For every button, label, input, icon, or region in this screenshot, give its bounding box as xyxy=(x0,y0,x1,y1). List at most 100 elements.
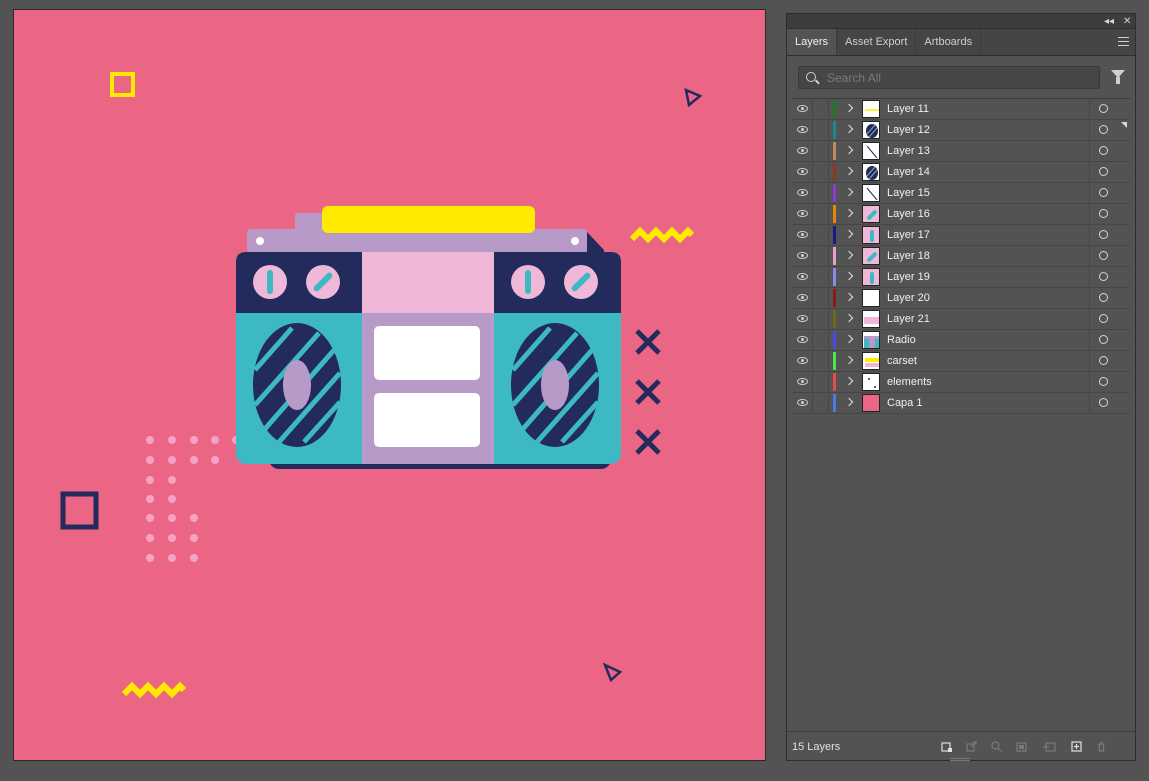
canvas-area[interactable] xyxy=(0,0,776,781)
filter-icon[interactable] xyxy=(1111,70,1125,84)
visibility-eye-icon[interactable] xyxy=(797,210,808,217)
visibility-eye-icon[interactable] xyxy=(797,336,808,343)
chevron-right-icon[interactable] xyxy=(844,250,854,260)
visibility-eye-icon[interactable] xyxy=(797,231,808,238)
tab-artboards[interactable]: Artboards xyxy=(916,29,982,55)
target-circle-icon[interactable] xyxy=(1099,230,1108,239)
chevron-right-icon[interactable] xyxy=(844,376,854,386)
layer-name[interactable]: Layer 17 xyxy=(887,229,930,241)
navy-triangle-top[interactable] xyxy=(684,87,703,108)
layer-row[interactable]: Layer 11 xyxy=(792,99,1130,120)
layer-row[interactable]: Layer 20 xyxy=(792,288,1130,309)
collect-for-export-icon[interactable] xyxy=(941,741,952,752)
layer-row[interactable]: Capa 1 xyxy=(792,393,1130,414)
chevron-right-icon[interactable] xyxy=(844,292,854,302)
dot-pattern[interactable] xyxy=(146,436,240,562)
target-circle-icon[interactable] xyxy=(1099,293,1108,302)
new-sublayer-icon[interactable] xyxy=(1043,741,1057,752)
layer-name[interactable]: Layer 12 xyxy=(887,124,930,136)
visibility-eye-icon[interactable] xyxy=(797,189,808,196)
tab-asset-export[interactable]: Asset Export xyxy=(837,29,917,55)
artboard[interactable] xyxy=(13,9,766,761)
layer-row[interactable]: Radio xyxy=(792,330,1130,351)
export-icon[interactable] xyxy=(966,741,977,752)
target-circle-icon[interactable] xyxy=(1099,356,1108,365)
visibility-eye-icon[interactable] xyxy=(797,378,808,385)
layer-name[interactable]: Layer 14 xyxy=(887,166,930,178)
layer-name[interactable]: carset xyxy=(887,355,917,367)
chevron-right-icon[interactable] xyxy=(844,229,854,239)
layer-row[interactable]: Layer 19 xyxy=(792,267,1130,288)
visibility-eye-icon[interactable] xyxy=(797,399,808,406)
target-circle-icon[interactable] xyxy=(1099,272,1108,281)
search-box[interactable] xyxy=(798,66,1100,89)
collapse-panel-icon[interactable]: ◂◂ xyxy=(1104,14,1114,29)
radio-illustration[interactable] xyxy=(236,206,621,469)
target-circle-icon[interactable] xyxy=(1099,125,1108,134)
layer-name[interactable]: Layer 15 xyxy=(887,187,930,199)
visibility-eye-icon[interactable] xyxy=(797,357,808,364)
layer-row[interactable]: Layer 14 xyxy=(792,162,1130,183)
layer-row[interactable]: Layer 17 xyxy=(792,225,1130,246)
layer-name[interactable]: Layer 11 xyxy=(887,103,929,115)
panel-resize-grip[interactable] xyxy=(950,758,970,761)
layer-name[interactable]: elements xyxy=(887,376,932,388)
visibility-eye-icon[interactable] xyxy=(797,315,808,322)
target-circle-icon[interactable] xyxy=(1099,377,1108,386)
layer-name[interactable]: Layer 21 xyxy=(887,313,930,325)
layer-name[interactable]: Layer 19 xyxy=(887,271,930,283)
chevron-right-icon[interactable] xyxy=(844,355,854,365)
layer-row[interactable]: Layer 12 xyxy=(792,120,1130,141)
layer-row[interactable]: Layer 16 xyxy=(792,204,1130,225)
zigzag-yellow-top[interactable] xyxy=(629,226,695,244)
layer-row[interactable]: Layer 13 xyxy=(792,141,1130,162)
zigzag-yellow-bottom[interactable] xyxy=(121,681,187,699)
layer-name[interactable]: Radio xyxy=(887,334,916,346)
navy-triangle-bottom[interactable] xyxy=(602,662,623,683)
chevron-right-icon[interactable] xyxy=(844,187,854,197)
chevron-right-icon[interactable] xyxy=(844,208,854,218)
delete-layer-icon[interactable] xyxy=(1096,741,1107,752)
target-circle-icon[interactable] xyxy=(1099,167,1108,176)
layer-row[interactable]: carset xyxy=(792,351,1130,372)
make-clipping-mask-icon[interactable] xyxy=(1016,741,1027,752)
target-circle-icon[interactable] xyxy=(1099,104,1108,113)
layer-row[interactable]: elements xyxy=(792,372,1130,393)
layer-row[interactable]: Layer 21 xyxy=(792,309,1130,330)
yellow-square-outline[interactable] xyxy=(110,72,135,97)
x-marks[interactable] xyxy=(635,329,661,455)
visibility-eye-icon[interactable] xyxy=(797,294,808,301)
visibility-eye-icon[interactable] xyxy=(797,126,808,133)
chevron-right-icon[interactable] xyxy=(844,313,854,323)
target-circle-icon[interactable] xyxy=(1099,209,1108,218)
panel-menu-icon[interactable] xyxy=(1118,37,1129,46)
layer-name[interactable]: Layer 16 xyxy=(887,208,930,220)
visibility-eye-icon[interactable] xyxy=(797,273,808,280)
new-layer-icon[interactable] xyxy=(1071,741,1082,752)
visibility-eye-icon[interactable] xyxy=(797,147,808,154)
target-circle-icon[interactable] xyxy=(1099,398,1108,407)
navy-square-outline[interactable] xyxy=(60,491,99,530)
tab-layers[interactable]: Layers xyxy=(787,29,838,55)
layer-name[interactable]: Capa 1 xyxy=(887,397,922,409)
chevron-right-icon[interactable] xyxy=(844,397,854,407)
target-circle-icon[interactable] xyxy=(1099,251,1108,260)
layer-name[interactable]: Layer 20 xyxy=(887,292,930,304)
chevron-right-icon[interactable] xyxy=(844,103,854,113)
layer-name[interactable]: Layer 18 xyxy=(887,250,930,262)
chevron-right-icon[interactable] xyxy=(844,334,854,344)
visibility-eye-icon[interactable] xyxy=(797,168,808,175)
layer-row[interactable]: Layer 15 xyxy=(792,183,1130,204)
target-circle-icon[interactable] xyxy=(1099,188,1108,197)
locate-object-icon[interactable] xyxy=(991,741,1002,752)
layer-row[interactable]: Layer 18 xyxy=(792,246,1130,267)
target-circle-icon[interactable] xyxy=(1099,314,1108,323)
chevron-right-icon[interactable] xyxy=(844,124,854,134)
visibility-eye-icon[interactable] xyxy=(797,105,808,112)
target-circle-icon[interactable] xyxy=(1099,146,1108,155)
chevron-right-icon[interactable] xyxy=(844,145,854,155)
target-circle-icon[interactable] xyxy=(1099,335,1108,344)
chevron-right-icon[interactable] xyxy=(844,166,854,176)
layer-name[interactable]: Layer 13 xyxy=(887,145,930,157)
chevron-right-icon[interactable] xyxy=(844,271,854,281)
